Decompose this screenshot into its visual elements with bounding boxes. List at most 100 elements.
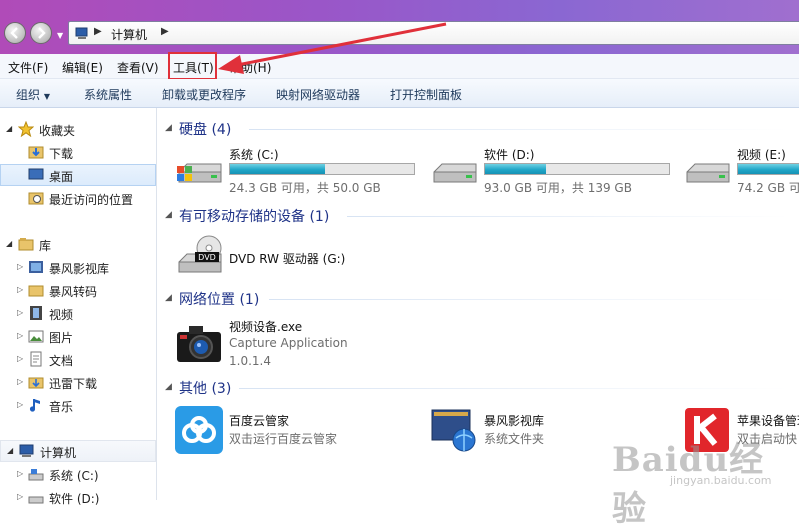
drive-e[interactable]: 视频 (E:) 74.2 GB 可用 — [683, 146, 799, 196]
sidebar-item-videos[interactable]: ▷ 视频 — [0, 302, 156, 324]
sidebar-item-storm-library[interactable]: ▷ 暴风影视库 — [0, 256, 156, 278]
dvd-drive-name: DVD RW 驱动器 (G:) — [229, 252, 346, 266]
sidebar-item-label: 暴风转码 — [49, 285, 98, 299]
library-icon — [18, 238, 34, 251]
sidebar-item-label: 视频 — [49, 308, 74, 322]
sidebar-item-label: 音乐 — [49, 400, 74, 414]
sidebar-item-documents[interactable]: ▷ 文档 — [0, 348, 156, 370]
collapse-arrow-icon[interactable]: ◢ — [165, 382, 172, 392]
expand-arrow-icon[interactable]: ▷ — [17, 377, 23, 386]
group-header-label: 其他 (3) — [179, 381, 232, 397]
system-drive-icon — [28, 469, 44, 481]
sidebar-computer[interactable]: ◢ 计算机 — [0, 440, 156, 462]
group-divider — [239, 388, 789, 389]
sidebar-libraries[interactable]: ◢ 库 — [0, 233, 156, 255]
sidebar-item-storm-transcode[interactable]: ▷ 暴风转码 — [0, 279, 156, 301]
file-type: Capture Application — [229, 336, 348, 350]
pictures-icon — [28, 330, 44, 343]
group-header-label: 硬盘 (4) — [179, 122, 232, 138]
open-control-panel-button[interactable]: 打开控制面板 — [390, 86, 462, 103]
downloads-folder-icon — [28, 146, 44, 159]
sidebar-favorites[interactable]: ◢ 收藏夹 — [0, 118, 156, 140]
video-library-icon — [29, 261, 43, 273]
drive-usage-bar — [737, 163, 799, 175]
group-divider — [249, 129, 789, 130]
organize-label: 组织 — [16, 88, 41, 102]
film-icon — [30, 306, 42, 320]
collapse-arrow-icon[interactable]: ◢ — [165, 293, 172, 303]
map-network-drive-button[interactable]: 映射网络驱动器 — [276, 86, 360, 103]
drive-usage-fill — [485, 164, 546, 174]
expand-arrow-icon[interactable]: ▷ — [17, 331, 23, 340]
chevron-down-icon: ▼ — [43, 92, 50, 101]
drive-usage-bar — [484, 163, 670, 175]
sidebar-item-drive-d[interactable]: ▷ 软件 (D:) — [0, 486, 156, 508]
sidebar-item-recent[interactable]: 最近访问的位置 — [0, 187, 156, 209]
collapse-arrow-icon[interactable]: ◢ — [7, 446, 13, 455]
windows-system-drive-icon — [177, 163, 222, 183]
sidebar-favorites-label: 收藏夹 — [39, 124, 76, 138]
sidebar-item-thunder-downloads[interactable]: ▷ 迅雷下载 — [0, 371, 156, 393]
sidebar-item-label: 系统 (C:) — [49, 469, 99, 483]
sidebar-item-label: 文档 — [49, 354, 74, 368]
drive-usage-fill — [230, 164, 325, 174]
baidu-jingyan-watermark: Baidu经验 jingyan.baidu.com — [612, 432, 797, 529]
sidebar-item-pictures[interactable]: ▷ 图片 — [0, 325, 156, 347]
sidebar-item-label: 图片 — [49, 331, 74, 345]
group-divider — [347, 216, 789, 217]
expand-arrow-icon[interactable]: ▷ — [17, 308, 23, 317]
sidebar-item-downloads[interactable]: 下载 — [0, 141, 156, 163]
folder-icon — [28, 285, 44, 297]
system-properties-button[interactable]: 系统属性 — [84, 86, 132, 103]
documents-icon — [30, 351, 42, 367]
navigation-pane: ◢ 收藏夹 下载 桌面 最近访问的位置 ◢ 库 ▷ 暴风影视库 ▷ 暴风转码 ▷… — [0, 108, 157, 506]
sidebar-item-desktop[interactable]: 桌面 — [0, 164, 156, 186]
watermark-url: jingyan.baidu.com — [670, 474, 772, 487]
drive-space-info: 74.2 GB 可用 — [737, 181, 799, 195]
star-icon — [18, 121, 34, 137]
sidebar-item-music[interactable]: ▷ 音乐 — [0, 394, 156, 416]
music-note-icon — [29, 399, 40, 412]
sidebar-item-label: 迅雷下载 — [49, 377, 98, 391]
shortcut-name: 百度云管家 — [229, 414, 290, 428]
computer-icon — [19, 444, 34, 457]
dvd-label: DVD — [198, 253, 216, 262]
sidebar-computer-label: 计算机 — [40, 446, 77, 460]
expand-arrow-icon[interactable]: ▷ — [17, 354, 23, 363]
drive-usage-fill — [738, 164, 799, 174]
collapse-arrow-icon[interactable]: ◢ — [6, 239, 12, 248]
sidebar-item-label: 软件 (D:) — [49, 492, 100, 506]
video-device-exe[interactable]: 视频设备.exe Capture Application 1.0.1.4 — [175, 316, 395, 372]
group-header-label: 网络位置 (1) — [179, 292, 260, 308]
shortcut-name: 暴风影视库 — [484, 414, 545, 428]
hard-drive-icon — [686, 163, 730, 183]
drive-usage-bar — [229, 163, 415, 175]
dvd-drive-icon: DVD — [178, 235, 222, 273]
sidebar-item-label: 下载 — [49, 147, 74, 161]
camera-icon — [177, 326, 221, 362]
file-name: 视频设备.exe — [229, 320, 303, 334]
hard-drive-icon — [433, 163, 477, 183]
expand-arrow-icon[interactable]: ▷ — [17, 285, 23, 294]
globe-film-icon — [431, 409, 476, 452]
group-divider — [269, 299, 789, 300]
shortcut-description: 系统文件夹 — [484, 432, 545, 446]
expand-arrow-icon[interactable]: ▷ — [17, 262, 23, 271]
drive-name: 软件 (D:) — [484, 148, 535, 162]
organize-button[interactable]: 组织 ▼ — [16, 86, 50, 103]
expand-arrow-icon[interactable]: ▷ — [17, 400, 23, 409]
folder-icon — [28, 377, 44, 389]
collapse-arrow-icon[interactable]: ◢ — [165, 123, 172, 133]
baidu-cloud-shortcut[interactable]: 百度云管家 双击运行百度云管家 — [175, 406, 405, 454]
dvd-drive[interactable]: DVD DVD RW 驱动器 (G:) — [175, 234, 375, 280]
drive-d[interactable]: 软件 (D:) 93.0 GB 可用，共 139 GB — [430, 146, 670, 196]
uninstall-program-button[interactable]: 卸载或更改程序 — [162, 86, 246, 103]
drive-name: 系统 (C:) — [229, 148, 279, 162]
expand-arrow-icon[interactable]: ▷ — [17, 469, 23, 478]
sidebar-item-drive-c[interactable]: ▷ 系统 (C:) — [0, 463, 156, 485]
sidebar-item-label: 桌面 — [49, 170, 74, 184]
collapse-arrow-icon[interactable]: ◢ — [6, 124, 12, 133]
drive-c[interactable]: 系统 (C:) 24.3 GB 可用，共 50.0 GB — [175, 146, 415, 196]
group-header-label: 有可移动存储的设备 (1) — [179, 209, 330, 225]
collapse-arrow-icon[interactable]: ◢ — [165, 210, 172, 220]
